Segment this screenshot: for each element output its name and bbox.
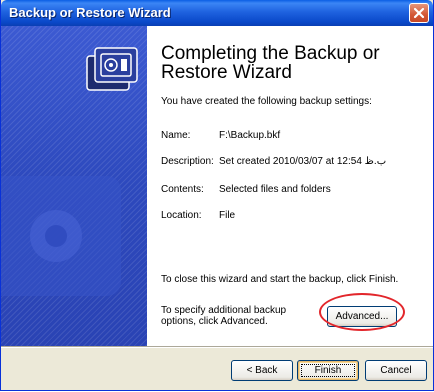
close-icon <box>413 7 425 19</box>
back-button[interactable]: < Back <box>231 360 293 381</box>
title-bar[interactable]: Backup or Restore Wizard <box>1 0 433 26</box>
name-value: F:\Backup.bkf <box>219 130 281 141</box>
window-title: Backup or Restore Wizard <box>9 5 171 20</box>
footer-separator <box>1 346 433 348</box>
location-label: Location: <box>161 210 202 221</box>
page-title: Completing the Backup or Restore Wizard <box>161 43 380 83</box>
contents-value: Selected files and folders <box>219 184 331 195</box>
focus-ring <box>301 364 355 377</box>
advanced-button[interactable]: Advanced... <box>327 306 397 327</box>
wizard-window: Backup or Restore Wizard Completing the … <box>0 0 434 391</box>
advanced-instructions: To specify additional backup options, cl… <box>161 305 287 327</box>
settings-intro: You have created the following backup se… <box>161 96 372 107</box>
finish-instructions: To close this wizard and start the backu… <box>161 274 399 285</box>
contents-label: Contents: <box>161 184 204 195</box>
backup-icon <box>1 47 138 296</box>
name-label: Name: <box>161 130 191 141</box>
finish-button[interactable]: Finish <box>297 360 359 381</box>
close-button[interactable] <box>409 3 429 23</box>
description-label: Description: <box>161 156 214 167</box>
cancel-button[interactable]: Cancel <box>365 360 427 381</box>
location-value: File <box>219 210 236 221</box>
description-value: Set created 2010/03/07 at 12:54 ب.ظ <box>219 156 387 167</box>
wizard-side-panel <box>1 26 147 346</box>
wizard-body: Completing the Backup or Restore Wizard … <box>1 26 433 346</box>
